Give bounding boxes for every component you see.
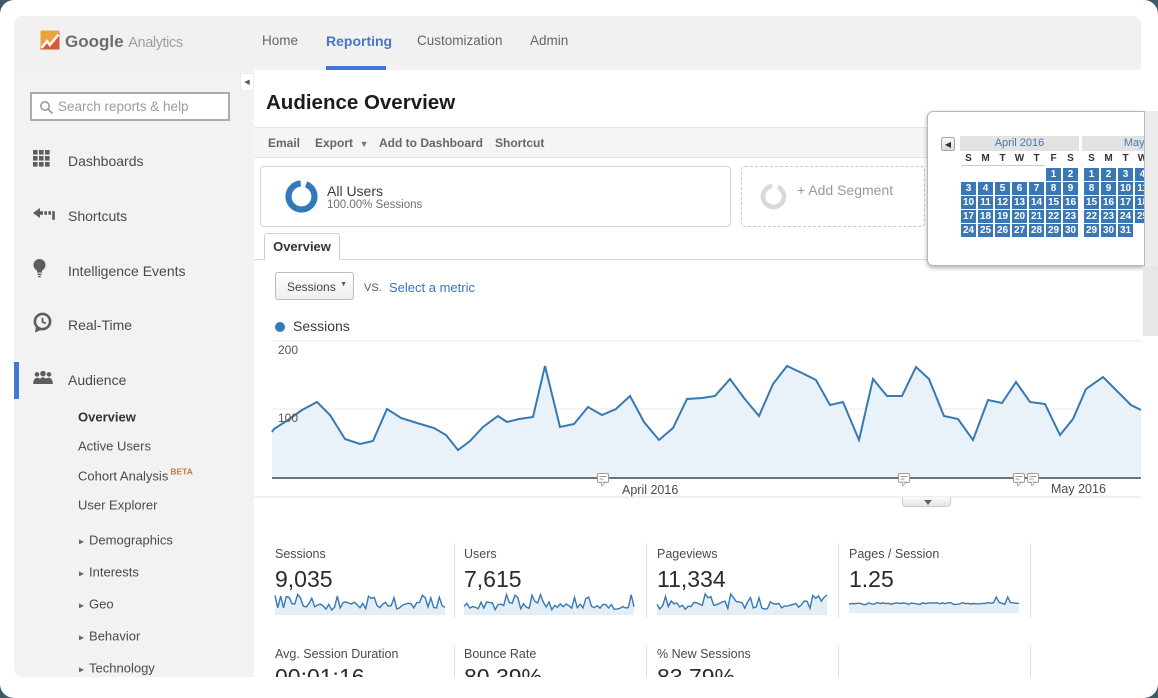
svg-text:May 2016: May 2016 — [1051, 482, 1106, 496]
svg-text:100: 100 — [278, 411, 298, 425]
svg-text:Sessions: Sessions — [293, 318, 350, 334]
svg-text:200: 200 — [278, 343, 298, 357]
svg-text:April 2016: April 2016 — [622, 483, 678, 497]
